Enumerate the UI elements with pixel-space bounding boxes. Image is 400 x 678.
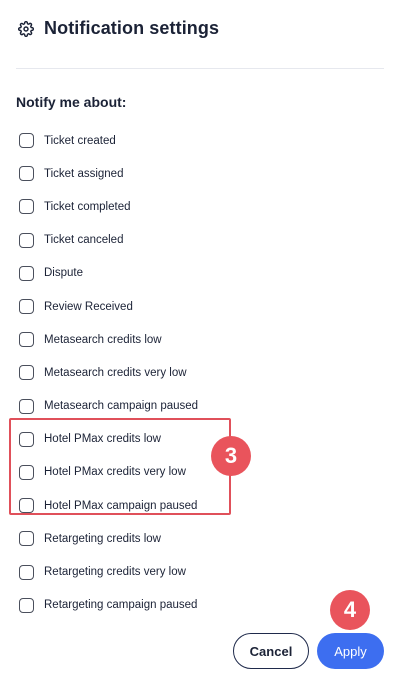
step-4-badge: 4 — [330, 590, 370, 630]
option-retargeting-credits-low[interactable]: Retargeting credits low — [19, 522, 299, 555]
checkbox[interactable] — [19, 232, 34, 248]
checkbox[interactable] — [19, 133, 34, 149]
checkbox[interactable] — [19, 365, 34, 381]
option-label: Metasearch credits very low — [44, 366, 187, 379]
checkbox[interactable] — [19, 299, 34, 315]
option-label: Retargeting credits low — [44, 532, 161, 545]
header-divider — [16, 68, 384, 69]
option-ticket-assigned[interactable]: Ticket assigned — [19, 157, 299, 190]
checkbox[interactable] — [19, 597, 34, 613]
step-3-badge: 3 — [211, 436, 251, 476]
option-label: Ticket completed — [44, 200, 131, 213]
option-label: Retargeting credits very low — [44, 566, 186, 579]
option-label: Ticket canceled — [44, 234, 124, 247]
section-label: Notify me about: — [16, 94, 127, 110]
option-label: Metasearch credits low — [44, 333, 162, 346]
option-label: Retargeting campaign paused — [44, 599, 198, 612]
option-review-received[interactable]: Review Received — [19, 290, 299, 323]
option-ticket-created[interactable]: Ticket created — [19, 124, 299, 157]
option-retargeting-campaign-paused[interactable]: Retargeting campaign paused — [19, 589, 299, 622]
option-label: Dispute — [44, 267, 83, 280]
checkbox[interactable] — [19, 265, 34, 281]
checkbox[interactable] — [19, 398, 34, 414]
option-label: Ticket assigned — [44, 167, 124, 180]
option-metasearch-credits-low[interactable]: Metasearch credits low — [19, 323, 299, 356]
notification-options-list: Ticket created Ticket assigned Ticket co… — [19, 124, 299, 622]
page-title: Notification settings — [44, 18, 220, 38]
checkbox[interactable] — [19, 531, 34, 547]
apply-button[interactable]: Apply — [317, 633, 384, 669]
option-label: Review Received — [44, 300, 133, 313]
option-label: Ticket created — [44, 134, 116, 147]
checkbox[interactable] — [19, 166, 34, 182]
annotation-highlight-box — [9, 418, 231, 515]
option-retargeting-credits-very-low[interactable]: Retargeting credits very low — [19, 555, 299, 588]
gear-icon — [18, 20, 34, 37]
cancel-button[interactable]: Cancel — [233, 633, 309, 669]
option-metasearch-credits-very-low[interactable]: Metasearch credits very low — [19, 356, 299, 389]
checkbox[interactable] — [19, 332, 34, 348]
panel-header: Notification settings — [18, 18, 219, 39]
checkbox[interactable] — [19, 564, 34, 580]
option-ticket-completed[interactable]: Ticket completed — [19, 190, 299, 223]
checkbox[interactable] — [19, 199, 34, 215]
option-ticket-canceled[interactable]: Ticket canceled — [19, 224, 299, 257]
option-label: Metasearch campaign paused — [44, 400, 199, 413]
option-dispute[interactable]: Dispute — [19, 257, 299, 290]
